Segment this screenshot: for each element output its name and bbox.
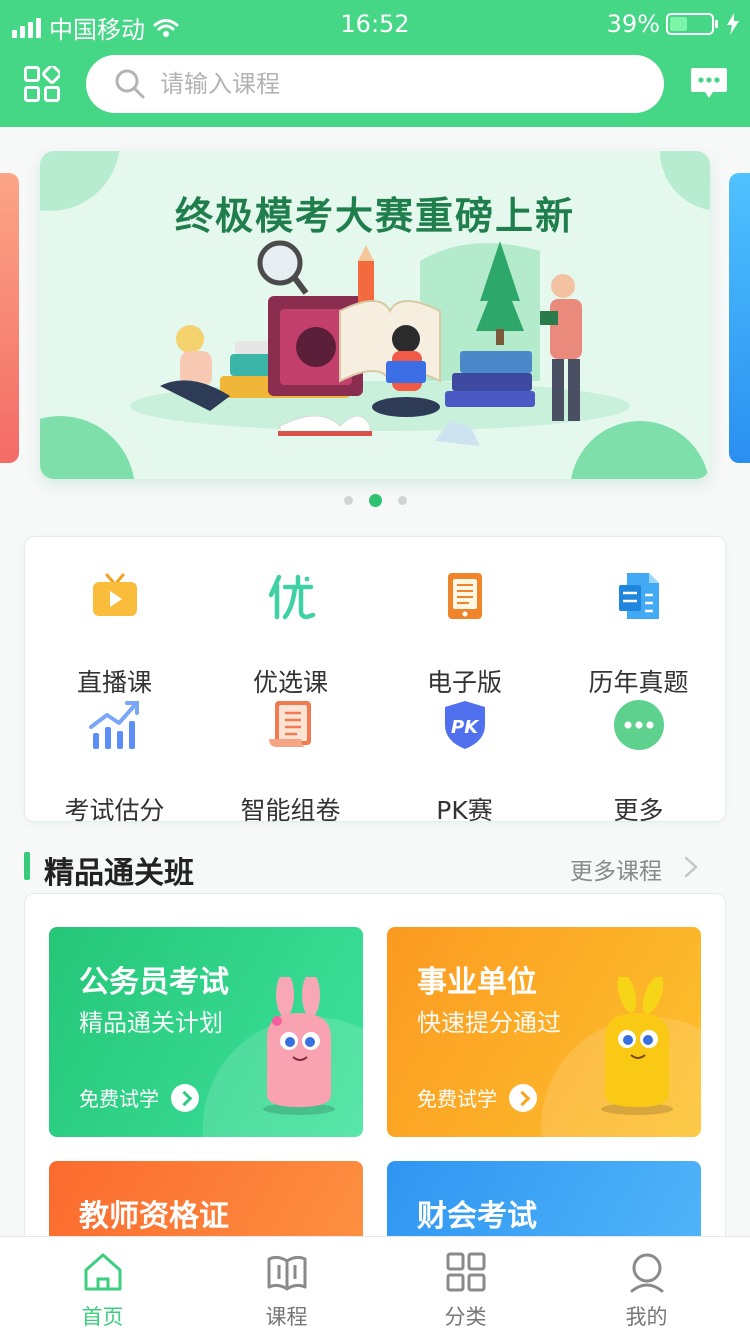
more-courses-link[interactable]: 更多课程 — [570, 852, 662, 886]
battery-icon — [666, 13, 718, 35]
menu-item-score[interactable]: 考试估分 — [27, 699, 202, 825]
carousel-prev-slide[interactable] — [0, 173, 19, 463]
carousel-dot[interactable] — [343, 496, 353, 505]
scroll-paper-icon — [269, 701, 311, 747]
score-chart-icon — [89, 701, 139, 749]
search-bar[interactable] — [86, 55, 664, 113]
carousel-next-slide[interactable] — [729, 173, 750, 463]
tab-label: 分类 — [444, 1305, 487, 1329]
free-trial-label: 免费试学 — [79, 1087, 159, 1111]
tab-home[interactable]: 首页 — [9, 1237, 196, 1334]
banner-title: 终极模考大赛重磅上新 — [174, 194, 575, 238]
menu-label: 电子版 — [426, 668, 502, 697]
category-icon — [446, 1252, 486, 1292]
search-input[interactable] — [160, 70, 600, 98]
menu-item-past-papers[interactable]: 历年真题 — [551, 571, 726, 697]
apps-grid-icon[interactable] — [24, 66, 60, 102]
svg-text:PK: PK — [451, 717, 480, 738]
tab-label: 首页 — [81, 1305, 124, 1329]
menu-label: 更多 — [613, 796, 664, 825]
free-trial-button[interactable]: 免费试学 — [417, 1083, 537, 1112]
app-header: 中国移动 16:52 39% — [0, 0, 750, 127]
carousel-dot[interactable] — [397, 496, 407, 505]
menu-item-ebook[interactable]: 电子版 — [377, 571, 552, 697]
tab-label: 我的 — [625, 1305, 668, 1329]
menu-item-smart-paper[interactable]: 智能组卷 — [203, 699, 378, 825]
live-tv-icon — [93, 573, 137, 616]
battery-percent: 39% — [606, 10, 660, 38]
tab-courses[interactable]: 课程 — [193, 1237, 380, 1334]
menu-label: 智能组卷 — [240, 796, 341, 825]
charging-icon — [727, 13, 739, 35]
home-icon — [84, 1253, 122, 1291]
bottom-tab-bar: 首页 课程 分类 我的 — [0, 1236, 750, 1334]
menu-item-more[interactable]: 更多 — [551, 699, 726, 825]
free-trial-label: 免费试学 — [417, 1087, 497, 1111]
profile-icon — [630, 1253, 664, 1293]
book-icon — [267, 1255, 307, 1291]
menu-item-pk[interactable]: PK PK赛 — [377, 699, 552, 825]
section-accent-bar — [24, 852, 30, 880]
carousel-dot-active[interactable] — [368, 494, 382, 507]
arrow-circle-icon — [509, 1083, 537, 1112]
course-card-list: 公务员考试 精品通关计划 免费试学 事业单位 快速提分通过 免费试学 教师资格证… — [24, 893, 726, 1253]
carousel-indicator — [0, 494, 750, 507]
menu-label: 考试估分 — [64, 796, 165, 825]
course-subtitle: 快速提分通过 — [417, 1009, 561, 1037]
course-card-public-institution[interactable]: 事业单位 快速提分通过 免费试学 — [387, 927, 701, 1137]
course-title: 教师资格证 — [79, 1199, 229, 1234]
menu-label: PK赛 — [436, 796, 493, 825]
tab-category[interactable]: 分类 — [372, 1237, 559, 1334]
chevron-right-icon[interactable] — [682, 856, 700, 878]
past-papers-icon — [619, 573, 659, 619]
tab-profile[interactable]: 我的 — [553, 1237, 740, 1334]
message-icon[interactable] — [690, 66, 728, 100]
section-title: 精品通关班 — [44, 856, 194, 891]
menu-label: 直播课 — [76, 668, 152, 697]
more-icon — [614, 700, 664, 750]
menu-label: 优选课 — [252, 668, 328, 697]
menu-item-premium[interactable]: 优选课 — [203, 571, 378, 697]
premium-icon — [268, 574, 316, 620]
search-icon — [115, 69, 145, 99]
free-trial-button[interactable]: 免费试学 — [79, 1083, 199, 1112]
course-card-civil-service[interactable]: 公务员考试 精品通关计划 免费试学 — [49, 927, 363, 1137]
course-subtitle: 精品通关计划 — [79, 1009, 223, 1037]
feature-menu: 直播课 优选课 电子版 历年真题 考试估分 智能组卷 PK PK赛 更多 — [24, 536, 726, 825]
ebook-icon — [448, 573, 482, 619]
course-title: 事业单位 — [417, 965, 537, 1000]
promo-banner[interactable]: 终极模考大赛重磅上新 — [40, 151, 710, 479]
menu-item-live[interactable]: 直播课 — [27, 571, 202, 697]
arrow-circle-icon — [171, 1083, 199, 1112]
menu-label: 历年真题 — [588, 668, 689, 697]
tab-label: 课程 — [265, 1305, 308, 1329]
yellow-bunny-mascot — [601, 977, 673, 1115]
course-title: 财会考试 — [417, 1199, 537, 1234]
status-bar: 中国移动 16:52 39% — [0, 0, 750, 50]
course-title: 公务员考试 — [79, 965, 229, 1000]
pink-bunny-mascot — [263, 977, 335, 1115]
pk-shield-icon: PK — [445, 701, 485, 749]
